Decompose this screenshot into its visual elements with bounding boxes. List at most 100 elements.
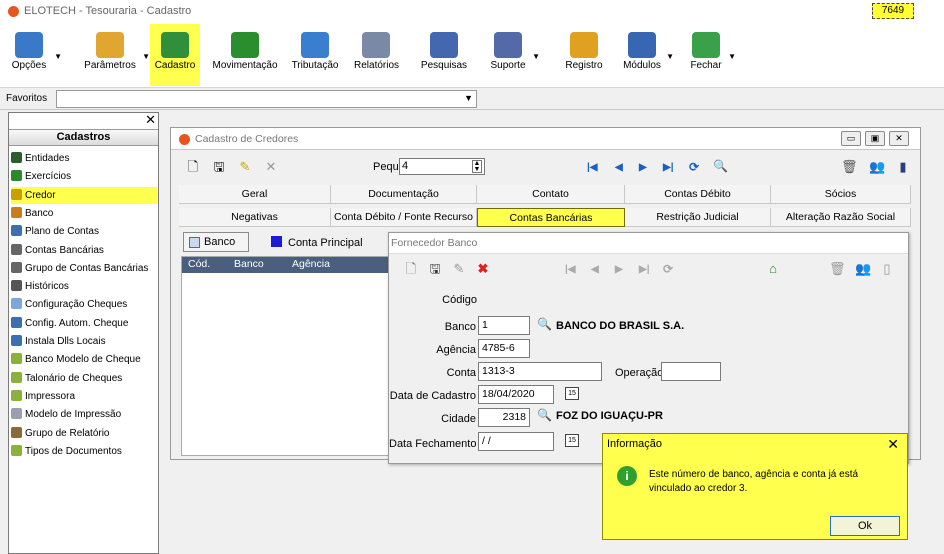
tab-row1-0[interactable]: Geral bbox=[179, 185, 331, 204]
chevron-down-icon[interactable]: ▼ bbox=[532, 52, 540, 61]
banco-button[interactable]: Banco bbox=[183, 232, 249, 252]
close-icon[interactable]: ✕ bbox=[887, 436, 899, 453]
sidebar-item-3[interactable]: Banco bbox=[11, 205, 157, 222]
tab-row2-2[interactable]: Contas Bancárias bbox=[477, 208, 625, 227]
tab-row2-1[interactable]: Conta Débito / Fonte Recurso bbox=[331, 208, 477, 227]
favorites-combo[interactable]: ▼ bbox=[56, 90, 477, 108]
cancel-icon[interactable]: ✕ bbox=[263, 159, 279, 175]
column-header-agencia[interactable]: Agência bbox=[292, 258, 330, 270]
tab-row1-3[interactable]: Contas Débito bbox=[625, 185, 771, 204]
exit-icon[interactable]: ▯ bbox=[879, 261, 895, 277]
sidebar-item-4[interactable]: Plano de Contas bbox=[11, 223, 157, 240]
cidade-input[interactable]: 2318 bbox=[478, 408, 530, 427]
toolbar-button-5[interactable]: Relatórios bbox=[354, 24, 399, 86]
exit-icon[interactable]: ▮ bbox=[895, 159, 911, 175]
close-icon[interactable]: ✕ bbox=[145, 112, 156, 128]
new-record-icon[interactable]: 🗋 bbox=[185, 159, 201, 175]
sidebar-item-5[interactable]: Contas Bancárias bbox=[11, 242, 157, 259]
tab-row2-3[interactable]: Restrição Judicial bbox=[625, 208, 771, 227]
sidebar-item-14[interactable]: Modelo de Impressão bbox=[11, 406, 157, 423]
calendar-icon[interactable]: 15 bbox=[565, 387, 579, 400]
trash-icon[interactable]: 🗑 bbox=[829, 261, 846, 277]
data-fechamento-input[interactable]: / / bbox=[478, 432, 554, 451]
agencia-input[interactable]: 4785-6 bbox=[478, 339, 530, 358]
maximize-icon[interactable]: ▣ bbox=[865, 131, 885, 146]
spin-icon[interactable]: ▲ ▼ bbox=[472, 160, 482, 173]
column-header-cod[interactable]: Cód. bbox=[188, 258, 210, 270]
chevron-down-icon[interactable]: ▼ bbox=[666, 52, 674, 61]
toolbar-button-4[interactable]: Tributação bbox=[290, 24, 340, 86]
sidebar-item-9[interactable]: Config. Autom. Cheque bbox=[11, 315, 157, 332]
search-input[interactable]: 4 ▲ ▼ bbox=[399, 158, 485, 175]
sidebar-item-6[interactable]: Grupo de Contas Bancárias bbox=[11, 260, 157, 277]
tab-row2-0[interactable]: Negativas bbox=[179, 208, 331, 227]
toolbar-button-8[interactable]: Registro bbox=[564, 24, 604, 86]
previous-record-icon[interactable]: ◀ bbox=[615, 162, 623, 173]
bank-transfer-icon[interactable]: ⌂ bbox=[765, 261, 781, 277]
column-header-banco[interactable]: Banco bbox=[234, 258, 264, 270]
refresh-icon[interactable]: ⟳ bbox=[689, 160, 699, 174]
toolbar-label: Registro bbox=[565, 60, 603, 71]
save-icon[interactable]: 🖫 bbox=[211, 159, 227, 175]
search-icon[interactable]: 🔍 bbox=[713, 159, 728, 173]
sidebar-item-13[interactable]: Impressora bbox=[11, 388, 157, 405]
edit-icon[interactable]: ✎ bbox=[237, 159, 253, 175]
data-cadastro-input[interactable]: 18/04/2020 bbox=[478, 385, 554, 404]
users-icon[interactable]: 👥 bbox=[869, 159, 885, 175]
conta-principal-legend: Conta Principal bbox=[271, 236, 363, 249]
flag-icon bbox=[11, 170, 22, 182]
save-icon[interactable]: 🖫 bbox=[427, 261, 443, 277]
sidebar-item-15[interactable]: Grupo de Relatório bbox=[11, 425, 157, 442]
ok-button[interactable]: Ok bbox=[830, 516, 900, 536]
next-record-icon[interactable]: ▶ bbox=[615, 264, 623, 275]
first-record-icon[interactable]: |◀ bbox=[587, 162, 598, 173]
sidebar-item-10[interactable]: Instala Dlls Locais bbox=[11, 333, 157, 350]
sidebar-item-label: Banco Modelo de Cheque bbox=[25, 354, 141, 366]
toolbar-button-7[interactable]: Suporte ▼ bbox=[486, 24, 540, 86]
search-cidade-icon[interactable]: 🔍 bbox=[537, 408, 552, 422]
previous-record-icon[interactable]: ◀ bbox=[591, 264, 599, 275]
bank-accounts-grid[interactable]: Cód. Banco Agência bbox=[181, 256, 392, 456]
operacao-input[interactable] bbox=[661, 362, 721, 381]
toolbar-button-0[interactable]: Opções ▼ bbox=[6, 24, 62, 86]
toolbar-button-9[interactable]: Módulos ▼ bbox=[620, 24, 674, 86]
sidebar-item-1[interactable]: Exercícios bbox=[11, 168, 157, 185]
last-record-icon[interactable]: ▶| bbox=[639, 264, 650, 275]
sidebar-item-8[interactable]: Configuração Cheques bbox=[11, 296, 157, 313]
users-icon[interactable]: 👥 bbox=[855, 261, 871, 277]
search-banco-icon[interactable]: 🔍 bbox=[537, 317, 552, 331]
tab-row2-4[interactable]: Alteração Razão Social bbox=[771, 208, 911, 227]
banco-input[interactable]: 1 bbox=[478, 316, 530, 335]
trash-icon[interactable]: 🗑 bbox=[841, 159, 858, 175]
sidebar-item-16[interactable]: Tipos de Documentos bbox=[11, 443, 157, 460]
tab-row1-4[interactable]: Sócios bbox=[771, 185, 911, 204]
refresh-icon[interactable]: ⟳ bbox=[663, 262, 673, 276]
chevron-down-icon[interactable]: ▼ bbox=[464, 93, 473, 103]
chevron-down-icon[interactable]: ▼ bbox=[728, 52, 736, 61]
edit-icon[interactable]: ✎ bbox=[451, 261, 467, 277]
toolbar-button-2[interactable]: Cadastro bbox=[150, 24, 200, 86]
new-record-icon[interactable]: 🗋 bbox=[403, 261, 419, 277]
sidebar-item-12[interactable]: Talonário de Cheques bbox=[11, 370, 157, 387]
toolbar-button-1[interactable]: Parâmetros ▼ bbox=[80, 24, 150, 86]
delete-icon[interactable]: ✖ bbox=[475, 261, 491, 277]
next-record-icon[interactable]: ▶ bbox=[639, 162, 647, 173]
sidebar-item-0[interactable]: Entidades bbox=[11, 150, 157, 167]
close-icon[interactable]: ✕ bbox=[889, 131, 909, 146]
toolbar-button-6[interactable]: Pesquisas bbox=[418, 24, 470, 86]
chevron-down-icon[interactable]: ▼ bbox=[142, 52, 150, 61]
toolbar-button-10[interactable]: Fechar ▼ bbox=[686, 24, 736, 86]
calendar-icon[interactable]: 15 bbox=[565, 434, 579, 447]
sidebar-item-7[interactable]: Históricos bbox=[11, 278, 157, 295]
last-record-icon[interactable]: ▶| bbox=[663, 162, 674, 173]
info-dialog: Informação ✕ i Este número de banco, agê… bbox=[602, 433, 908, 540]
tab-row1-1[interactable]: Documentação bbox=[331, 185, 477, 204]
sidebar-item-11[interactable]: Banco Modelo de Cheque bbox=[11, 351, 157, 368]
conta-input[interactable]: 1313-3 bbox=[478, 362, 602, 381]
toolbar-button-3[interactable]: Movimentação bbox=[206, 24, 284, 86]
sidebar-item-2[interactable]: Credor bbox=[11, 186, 157, 204]
first-record-icon[interactable]: |◀ bbox=[565, 264, 576, 275]
chevron-down-icon[interactable]: ▼ bbox=[54, 52, 62, 61]
minimize-icon[interactable]: ▭ bbox=[841, 131, 861, 146]
tab-row1-2[interactable]: Contato bbox=[477, 185, 625, 204]
